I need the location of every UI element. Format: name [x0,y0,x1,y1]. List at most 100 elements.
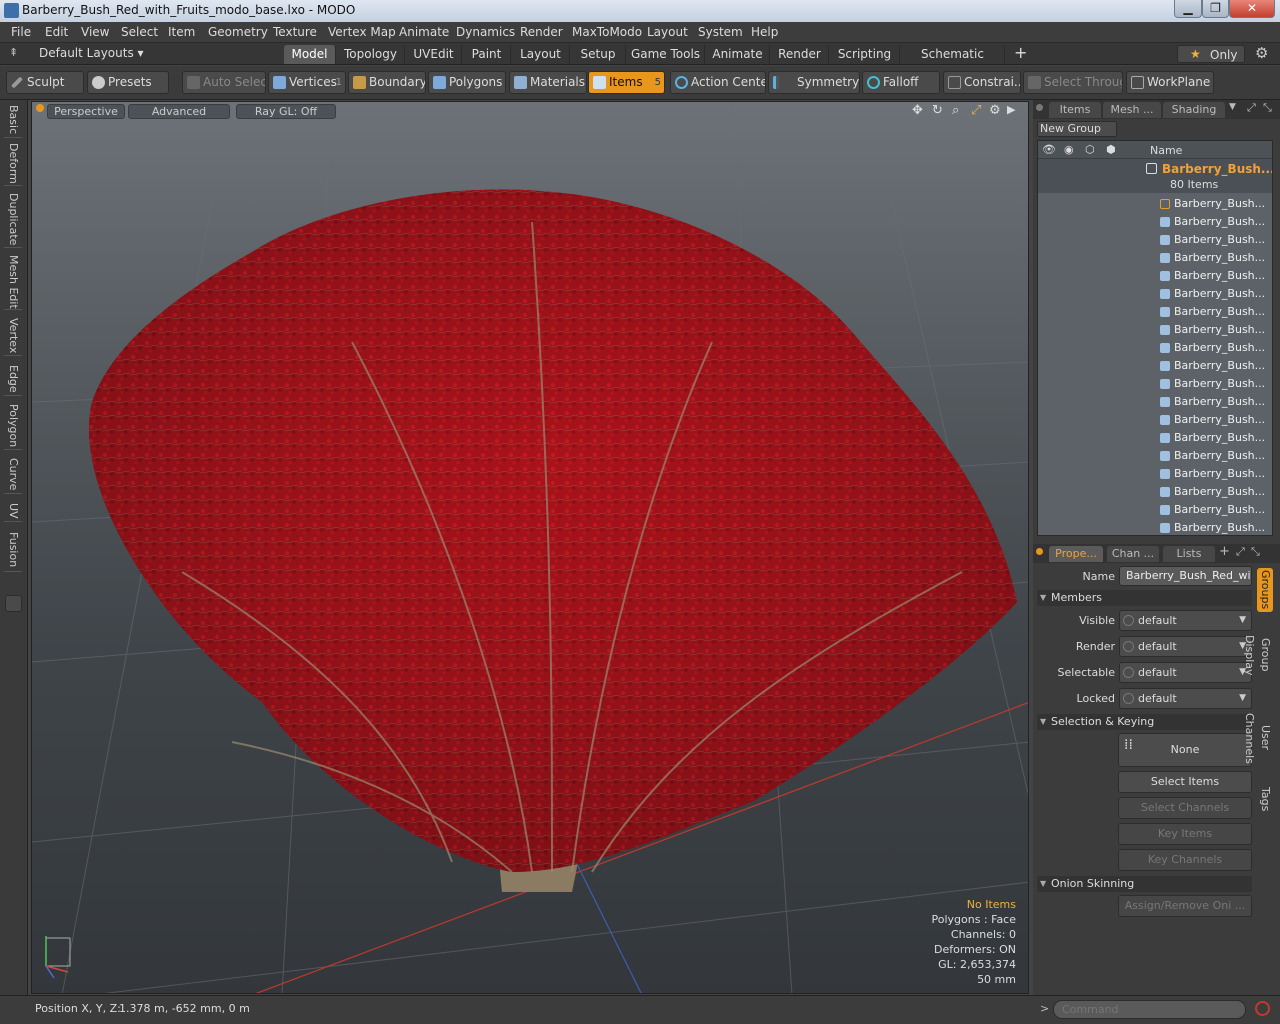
maximize-button[interactable]: ❐ [1202,0,1229,18]
list-item[interactable]: Barberry_Bush... [1038,519,1272,535]
only-toggle[interactable]: ★ Only [1177,45,1245,63]
list-item[interactable]: Barberry_Bush... [1038,249,1272,267]
side-tab-tags[interactable]: Tags [1257,784,1273,814]
tabs-dropdown-icon[interactable]: ▼ [1229,102,1236,112]
panel-menu-dot-icon[interactable] [1036,104,1043,111]
list-item[interactable]: Barberry_Bush... [1038,339,1272,357]
list-item[interactable]: Barberry_Bush... [1038,213,1272,231]
render-icon[interactable]: ◉ [1064,143,1074,156]
visibility-eye-icon[interactable]: 👁 [1042,143,1056,156]
tab-lists[interactable]: Lists [1163,546,1215,562]
viewport-gear-icon[interactable]: ⚙ [989,103,1001,118]
list-item[interactable]: Barberry_Bush... [1038,303,1272,321]
menu-render[interactable]: Render [520,25,563,39]
tab-paint[interactable]: Paint [463,45,511,64]
tab-uvedit[interactable]: UVEdit [406,45,462,64]
menu-animate[interactable]: Animate [399,25,449,39]
materials-button[interactable]: Materials [509,71,587,94]
menu-item[interactable]: Item [168,25,195,39]
properties-menu-dot-icon[interactable] [1036,548,1043,555]
list-item[interactable]: Barberry_Bush... [1038,321,1272,339]
tab-fusion[interactable]: Fusion [4,528,22,572]
add-tab-button[interactable]: + [1219,544,1230,559]
tab-items[interactable]: Items [1049,102,1101,118]
pan-icon[interactable]: ✥ [912,103,923,118]
list-item[interactable]: Barberry_Bush... [1038,501,1272,519]
onion-skinning-section[interactable]: ▼ Onion Skinning [1037,876,1252,892]
zoom-icon[interactable]: ⌕ [952,103,959,118]
group-row[interactable]: Barberry_Bush... 80 Items [1038,159,1272,193]
select-items-button[interactable]: Select Items [1118,771,1252,793]
list-item[interactable]: Barberry_Bush... [1038,393,1272,411]
list-item[interactable]: Barberry_Bush... [1038,465,1272,483]
list-item[interactable]: Barberry_Bush... [1038,195,1272,213]
list-item[interactable]: Barberry_Bush... [1038,285,1272,303]
selectable-dropdown[interactable]: default ▼ [1119,662,1252,683]
tab-mesh[interactable]: Mesh ... [1103,102,1161,118]
raygl-dropdown[interactable]: Ray GL: Off [236,104,336,119]
selection-keying-section[interactable]: ▼ Selection & Keying [1037,714,1252,730]
none-selection-button[interactable]: ⁞⁞ None [1118,733,1252,767]
list-item[interactable]: Barberry_Bush... [1038,231,1272,249]
tab-setup[interactable]: Setup [571,45,626,64]
viewport-menu-dot-icon[interactable] [36,104,44,112]
auto-select-button[interactable]: Auto Select [182,71,266,94]
menu-dynamics[interactable]: Dynamics [456,25,515,39]
assign-remove-onion-button[interactable]: Assign/Remove Oni ... [1118,895,1252,917]
minimize-button[interactable]: ▁ [1174,0,1202,18]
action-center-button[interactable]: Action Center [670,71,766,94]
select-channels-button[interactable]: Select Channels [1118,797,1252,819]
tab-polygon[interactable]: Polygon [4,402,22,450]
list-item[interactable]: Barberry_Bush... [1038,411,1272,429]
workplane-button[interactable]: WorkPlane [1126,71,1214,94]
list-item[interactable]: Barberry_Bush... [1038,375,1272,393]
side-tab-groups[interactable]: Groups [1257,568,1273,612]
panel-maximize-icon[interactable]: ⤡ [1263,101,1272,115]
tab-properties[interactable]: Prope... [1049,546,1103,562]
menu-geometry[interactable]: Geometry [208,25,268,39]
side-tab-user-channels[interactable]: User Channels [1243,700,1273,776]
gear-icon[interactable]: ⚙ [1255,44,1268,62]
tab-vertex[interactable]: Vertex [4,316,22,356]
symmetry-button[interactable]: Symmetry [768,71,860,94]
menu-select[interactable]: Select [121,25,158,39]
name-column-header[interactable]: Name [1150,144,1182,157]
tab-game-tools[interactable]: Game Tools [627,45,705,64]
tab-mesh-edit[interactable]: Mesh Edit [4,254,22,310]
tab-animate[interactable]: Animate [706,45,770,64]
tab-deform[interactable]: Deform [4,142,22,186]
list-item[interactable]: Barberry_Bush... [1038,447,1272,465]
menu-layout[interactable]: Layout [647,25,688,39]
add-layout-tab-button[interactable]: + [1014,43,1027,62]
presets-button[interactable]: Presets [87,71,169,94]
key-items-button[interactable]: Key Items [1118,823,1252,845]
rotate-icon[interactable]: ↻ [932,103,943,118]
falloff-button[interactable]: Falloff [862,71,940,94]
key-channels-button[interactable]: Key Channels [1118,849,1252,871]
list-item[interactable]: Barberry_Bush... [1038,483,1272,501]
collapse-arrow-icon[interactable]: ⇞ [9,46,18,59]
menu-help[interactable]: Help [751,25,778,39]
name-field[interactable]: Barberry_Bush_Red_with [1119,566,1252,586]
tab-uv[interactable]: UV [4,500,22,522]
vertices-button[interactable]: Vertices 1 [268,71,346,94]
tab-duplicate[interactable]: Duplicate [4,192,22,248]
tab-scripting[interactable]: Scripting [830,45,900,64]
tab-shading[interactable]: Shading [1163,102,1225,118]
tab-channels[interactable]: Chan ... [1107,546,1159,562]
tab-topology[interactable]: Topology [337,45,405,64]
command-input[interactable] [1053,1000,1246,1019]
tab-curve[interactable]: Curve [4,456,22,494]
list-item[interactable]: Barberry_Bush... [1038,267,1272,285]
list-item[interactable]: Barberry_Bush... [1038,357,1272,375]
left-panel-options-button[interactable] [5,595,22,612]
perspective-dropdown[interactable]: Perspective [47,104,125,119]
visible-dropdown[interactable]: default ▼ [1119,610,1252,631]
render-dropdown[interactable]: default ▼ [1119,636,1252,657]
fit-icon[interactable]: ⤢ [971,103,981,118]
properties-maximize-icon[interactable]: ⤡ [1251,545,1260,559]
tab-basic[interactable]: Basic [4,102,22,138]
layouts-dropdown[interactable]: Default Layouts ▾ [39,46,144,60]
menu-file[interactable]: File [11,25,31,39]
constraints-button[interactable]: Constrai... [943,71,1021,94]
